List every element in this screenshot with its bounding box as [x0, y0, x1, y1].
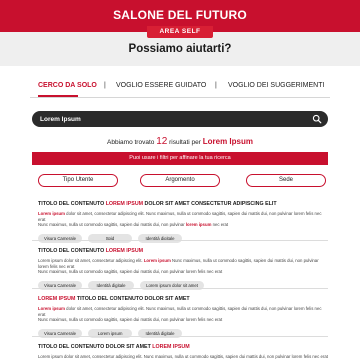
tab-cerco-da-solo[interactable]: CERCO DA SOLO [38, 82, 97, 89]
tab-separator: | [215, 82, 217, 89]
result-body: Lorem ipsum dolor sit amet, consectetur … [38, 354, 328, 359]
result-body: Lorem ipsum dolor sit amet, consectetur … [38, 306, 322, 323]
result-item[interactable]: TITOLO DEL CONTENUTO LOREM IPSUM DOLOR S… [38, 201, 328, 243]
filter-argomento-button[interactable]: Argomento [140, 174, 220, 187]
tabs-divider [30, 97, 330, 98]
page-title: Possiamo aiutarti? [128, 43, 232, 55]
tab-voglio-essere-guidato[interactable]: VOGLIO ESSERE GUIDATO [116, 82, 206, 89]
search-icon[interactable] [312, 114, 322, 124]
filter-tipo-utente-button[interactable]: Tipo Utente [38, 174, 118, 187]
search-input[interactable] [40, 113, 300, 125]
filter-banner: Puoi usare i filtri per affinare la tua … [32, 152, 328, 165]
tag-chip[interactable]: Spid [88, 233, 132, 243]
tab-bar: CERCO DA SOLO | VOGLIO ESSERE GUIDATO | … [30, 82, 330, 96]
summary-middle: risultati per [169, 139, 201, 146]
tab-separator: | [104, 82, 106, 89]
search-bar [32, 111, 328, 127]
result-body: Lorem ipsum dolor sit amet, consectetur … [38, 211, 322, 228]
result-item[interactable]: TITOLO DEL CONTENUTO DOLOR SIT AMET LORE… [38, 344, 328, 360]
tag-chip[interactable]: Identità digitale [138, 233, 182, 243]
result-item[interactable]: TITOLO DEL CONTENUTO LOREM IPSUM Lorem i… [38, 248, 328, 290]
result-tags: Visura Camerale Spid Identità digitale [38, 233, 328, 243]
result-title[interactable]: TITOLO DEL CONTENUTO LOREM IPSUM [38, 248, 328, 254]
result-item[interactable]: LOREM IPSUM TITOLO DEL CONTENUTO DOLOR S… [38, 296, 328, 338]
filter-sede-button[interactable]: Sede [246, 174, 326, 187]
result-title[interactable]: LOREM IPSUM TITOLO DEL CONTENUTO DOLOR S… [38, 296, 328, 302]
result-divider [32, 288, 328, 289]
summary-prefix: Abbiamo trovato [107, 139, 155, 146]
results-summary: Abbiamo trovato 12 risultati per Lorem I… [0, 136, 360, 147]
results-count: 12 [156, 136, 168, 147]
result-title[interactable]: TITOLO DEL CONTENUTO DOLOR SIT AMET LORE… [38, 344, 328, 350]
result-body: Lorem ipsum dolor sit amet, consectetur … [38, 258, 319, 275]
tag-chip[interactable]: Visura Camerale [38, 233, 82, 243]
result-title[interactable]: TITOLO DEL CONTENUTO LOREM IPSUM DOLOR S… [38, 201, 328, 207]
area-self-badge: AREA SELF [147, 26, 213, 38]
result-divider [32, 240, 328, 241]
result-divider [32, 336, 328, 337]
app-title: SALONE DEL FUTURO [113, 8, 247, 22]
results-query: Lorem Ipsum [202, 137, 253, 146]
tab-voglio-dei-suggerimenti[interactable]: VOGLIO DEI SUGGERIMENTI [228, 82, 324, 89]
